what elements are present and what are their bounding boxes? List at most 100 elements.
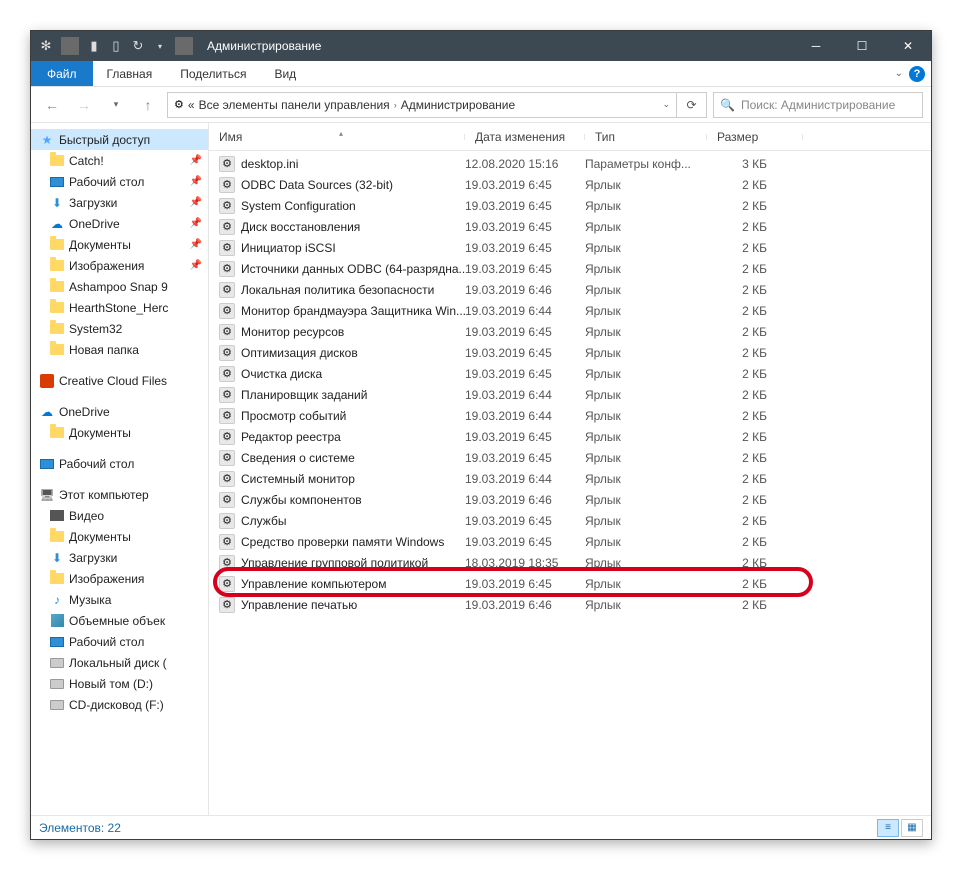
nav-label: Загрузки [69,551,117,565]
breadcrumb-2[interactable]: Администрирование [401,98,515,112]
new-folder-icon[interactable]: ▯ [107,37,125,55]
file-name-cell: ⚙Просмотр событий [209,408,465,424]
recent-locations-icon[interactable]: ▾ [103,92,129,118]
file-row[interactable]: ⚙Системный монитор 19.03.2019 6:44 Ярлык… [209,468,931,489]
nav-this-pc[interactable]: 🖥 Этот компьютер [31,484,208,505]
file-name-cell: ⚙Очистка диска [209,366,465,382]
nav-item[interactable]: Локальный диск ( [31,652,208,673]
file-size-cell: 3 КБ [707,157,803,171]
undo-icon[interactable]: ↻ [129,37,147,55]
nav-item[interactable]: Catch!📌 [31,150,208,171]
nav-item[interactable]: ♪Музыка [31,589,208,610]
file-row[interactable]: ⚙Монитор брандмауэра Защитника Win... 19… [209,300,931,321]
file-row[interactable]: ⚙Службы 19.03.2019 6:45 Ярлык 2 КБ [209,510,931,531]
nav-item[interactable]: Рабочий стол📌 [31,171,208,192]
col-date[interactable]: Дата изменения [465,130,585,144]
navigation-pane[interactable]: ★ Быстрый доступ Catch!📌Рабочий стол📌⬇За… [31,123,209,815]
chevron-right-icon[interactable]: › [394,100,397,110]
nav-item[interactable]: ⬇Загрузки📌 [31,192,208,213]
location-icon: ⚙ [174,98,184,111]
sort-indicator-icon: ▴ [339,129,343,138]
pin-icon: 📌 [190,239,202,250]
nav-item[interactable]: ⬇ Загрузки [31,547,208,568]
nav-item[interactable]: Документы [31,526,208,547]
tab-home[interactable]: Главная [93,61,167,86]
tab-share[interactable]: Поделиться [166,61,260,86]
file-row[interactable]: ⚙Монитор ресурсов 19.03.2019 6:45 Ярлык … [209,321,931,342]
file-row[interactable]: ⚙System Configuration 19.03.2019 6:45 Яр… [209,195,931,216]
details-view-button[interactable]: ≡ [877,819,899,837]
dl-icon: ⬇ [49,550,65,566]
file-row[interactable]: ⚙Оптимизация дисков 19.03.2019 6:45 Ярлы… [209,342,931,363]
nav-creative-cloud[interactable]: Creative Cloud Files [31,370,208,391]
nav-item[interactable]: Изображения📌 [31,255,208,276]
up-button[interactable]: ↑ [135,92,161,118]
nav-quick-access[interactable]: ★ Быстрый доступ [31,129,208,150]
file-row[interactable]: ⚙Управление компьютером 19.03.2019 6:45 … [209,573,931,594]
file-row[interactable]: ⚙desktop.ini 12.08.2020 15:16 Параметры … [209,153,931,174]
nav-item[interactable]: Документы [31,422,208,443]
nav-item[interactable]: Новая папка [31,339,208,360]
file-rows[interactable]: ⚙desktop.ini 12.08.2020 15:16 Параметры … [209,151,931,815]
nav-item[interactable]: Документы📌 [31,234,208,255]
maximize-button[interactable]: ☐ [839,31,885,61]
file-date-cell: 19.03.2019 6:45 [465,241,585,255]
col-type[interactable]: Тип [585,130,707,144]
file-row[interactable]: ⚙Сведения о системе 19.03.2019 6:45 Ярлы… [209,447,931,468]
file-type-cell: Ярлык [585,535,707,549]
nav-item[interactable]: Объемные объек [31,610,208,631]
forward-button[interactable]: → [71,92,97,118]
nav-desktop[interactable]: Рабочий стол [31,453,208,474]
tab-file[interactable]: Файл [31,61,93,86]
close-button[interactable]: ✕ [885,31,931,61]
back-button[interactable]: ← [39,92,65,118]
breadcrumb-1[interactable]: Все элементы панели управления [199,98,390,112]
file-row[interactable]: ⚙Управление печатью 19.03.2019 6:46 Ярлы… [209,594,931,615]
file-date-cell: 19.03.2019 6:45 [465,325,585,339]
nav-item[interactable]: Изображения [31,568,208,589]
minimize-button[interactable]: ─ [793,31,839,61]
search-input[interactable]: 🔍 Поиск: Администрирование [713,92,923,118]
customize-qat-icon[interactable]: ▾ [151,37,169,55]
nav-item[interactable]: Новый том (D:) [31,673,208,694]
tools-icon[interactable]: ✻ [37,37,55,55]
file-row[interactable]: ⚙Просмотр событий 19.03.2019 6:44 Ярлык … [209,405,931,426]
file-type-cell: Ярлык [585,493,707,507]
file-row[interactable]: ⚙Локальная политика безопасности 19.03.2… [209,279,931,300]
file-row[interactable]: ⚙Редактор реестра 19.03.2019 6:45 Ярлык … [209,426,931,447]
file-row[interactable]: ⚙Службы компонентов 19.03.2019 6:46 Ярлы… [209,489,931,510]
file-type-cell: Ярлык [585,409,707,423]
address-bar[interactable]: ⚙ « Все элементы панели управления › Адм… [167,92,677,118]
status-bar: Элементов: 22 ≡ ▦ [31,815,931,839]
file-date-cell: 19.03.2019 6:44 [465,472,585,486]
file-row[interactable]: ⚙Управление групповой политикой 18.03.20… [209,552,931,573]
file-row[interactable]: ⚙ODBC Data Sources (32-bit) 19.03.2019 6… [209,174,931,195]
file-row[interactable]: ⚙Диск восстановления 19.03.2019 6:45 Ярл… [209,216,931,237]
file-icon: ⚙ [219,450,235,466]
nav-onedrive[interactable]: ☁ OneDrive [31,401,208,422]
nav-label: OneDrive [59,405,110,419]
file-row[interactable]: ⚙Источники данных ODBC (64-разрядна... 1… [209,258,931,279]
large-icons-view-button[interactable]: ▦ [901,819,923,837]
refresh-button[interactable]: ⟳ [677,92,707,118]
nav-item[interactable]: ☁OneDrive📌 [31,213,208,234]
col-size[interactable]: Размер [707,130,803,144]
nav-item[interactable]: System32 [31,318,208,339]
nav-item[interactable]: HearthStone_Herc [31,297,208,318]
file-row[interactable]: ⚙Средство проверки памяти Windows 19.03.… [209,531,931,552]
nav-item[interactable]: Ashampoo Snap 9 [31,276,208,297]
properties-icon[interactable]: ▮ [85,37,103,55]
ribbon-expand-icon[interactable]: ⌄ [895,68,903,79]
nav-item[interactable]: CD-дисковод (F:) [31,694,208,715]
pc-icon: 🖥 [39,487,55,503]
help-icon[interactable]: ? [909,66,925,82]
file-row[interactable]: ⚙Инициатор iSCSI 19.03.2019 6:45 Ярлык 2… [209,237,931,258]
file-row[interactable]: ⚙Очистка диска 19.03.2019 6:45 Ярлык 2 К… [209,363,931,384]
col-name[interactable]: Имя▴ [209,130,465,144]
file-name-cell: ⚙Сведения о системе [209,450,465,466]
nav-item[interactable]: Видео [31,505,208,526]
tab-view[interactable]: Вид [260,61,310,86]
file-row[interactable]: ⚙Планировщик заданий 19.03.2019 6:44 Ярл… [209,384,931,405]
address-dropdown-icon[interactable]: ⌄ [662,99,670,110]
nav-item[interactable]: Рабочий стол [31,631,208,652]
